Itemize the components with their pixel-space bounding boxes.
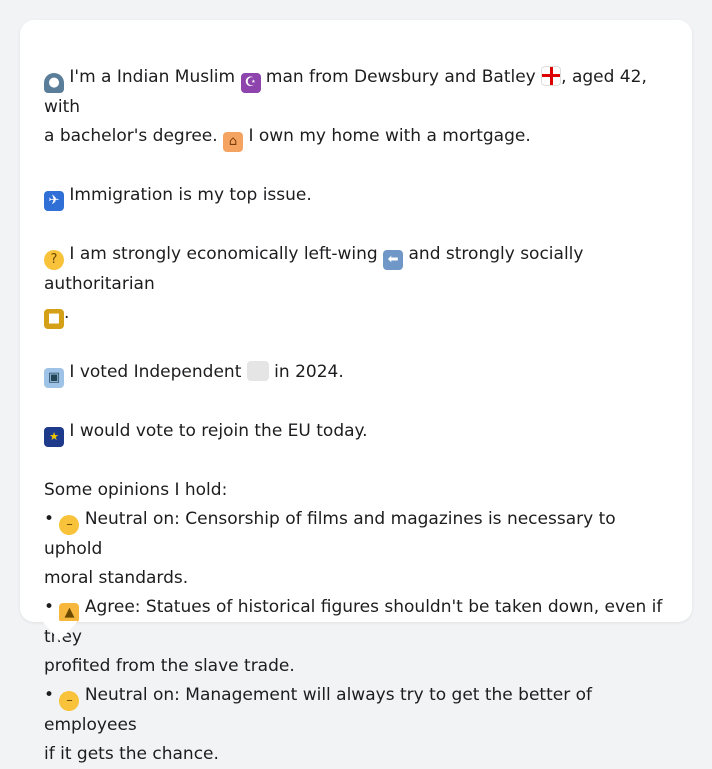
ideology-line-2: ■. bbox=[44, 299, 668, 329]
top-issue-line: ✈ Immigration is my top issue. bbox=[44, 181, 668, 211]
ideology-line: ? I am strongly economically left-wing ⬅… bbox=[44, 240, 668, 299]
house-icon: ⌂ bbox=[223, 132, 244, 152]
bullet: • bbox=[44, 685, 55, 705]
top-issue-text: Immigration is my top issue. bbox=[69, 185, 312, 205]
profile-home-text: I own my home with a mortgage. bbox=[248, 126, 531, 146]
persona-card: ● I'm a Indian Muslim ☪ man from Dewsbur… bbox=[20, 20, 692, 764]
opinion-text: Agree: Statues of historical figures sho… bbox=[44, 597, 663, 647]
england-flag-icon bbox=[541, 66, 562, 86]
vote-line: ▣ I voted Independent in 2024. bbox=[44, 358, 668, 388]
lock-icon: ■ bbox=[44, 309, 64, 329]
profile-education-text: a bachelor's degree. bbox=[44, 126, 218, 146]
profile-line-2: a bachelor's degree. ⌂ I own my home wit… bbox=[44, 122, 668, 152]
bullet: • bbox=[44, 597, 55, 617]
opinion-item: • – Neutral on: Censorship of films and … bbox=[44, 505, 668, 564]
eu-flag-icon: ★ bbox=[44, 427, 64, 447]
opinion-item-continued: moral standards. bbox=[44, 568, 189, 588]
opinion-item: • – Neutral on: Management will always t… bbox=[44, 681, 668, 740]
profile-line-1: ● I'm a Indian Muslim ☪ man from Dewsbur… bbox=[44, 63, 668, 122]
passport-control-icon: ✈ bbox=[44, 191, 64, 211]
thinking-face-icon: ? bbox=[44, 250, 64, 270]
left-arrow-icon: ⬅ bbox=[383, 250, 404, 270]
vote-year-text: in 2024. bbox=[274, 362, 344, 382]
opinion-item-continued: if it gets the chance. bbox=[44, 744, 219, 764]
independent-color-swatch-icon bbox=[246, 361, 269, 381]
bullet: • bbox=[44, 509, 55, 529]
opinion-text: Neutral on: Management will always try t… bbox=[44, 685, 592, 735]
bust-in-silhouette-icon: ● bbox=[44, 73, 64, 93]
ideology-period: . bbox=[64, 303, 70, 323]
opinion-item: • ▲ Agree: Statues of historical figures… bbox=[44, 593, 668, 652]
opinion-item-continued: profited from the slave trade. bbox=[44, 656, 295, 676]
vote-party-text: I voted Independent bbox=[69, 362, 242, 382]
profile-identity-text: I'm a Indian Muslim bbox=[69, 67, 236, 87]
ballot-box-icon: ▣ bbox=[44, 368, 64, 388]
neutral-face-icon: – bbox=[59, 515, 80, 535]
opinions-heading: Some opinions I hold: bbox=[44, 480, 228, 500]
thumbs-up-icon: ▲ bbox=[59, 603, 80, 623]
opinion-text: Neutral on: Censorship of films and maga… bbox=[44, 509, 616, 559]
eu-line: ★ I would vote to rejoin the EU today. bbox=[44, 417, 668, 447]
star-and-crescent-icon: ☪ bbox=[240, 73, 261, 93]
economic-ideology-text: I am strongly economically left-wing bbox=[69, 244, 378, 264]
eu-stance-text: I would vote to rejoin the EU today. bbox=[69, 421, 368, 441]
speech-bubble-tail bbox=[42, 621, 78, 641]
neutral-face-icon: – bbox=[59, 691, 80, 711]
profile-location-text: man from Dewsbury and Batley bbox=[265, 67, 536, 87]
